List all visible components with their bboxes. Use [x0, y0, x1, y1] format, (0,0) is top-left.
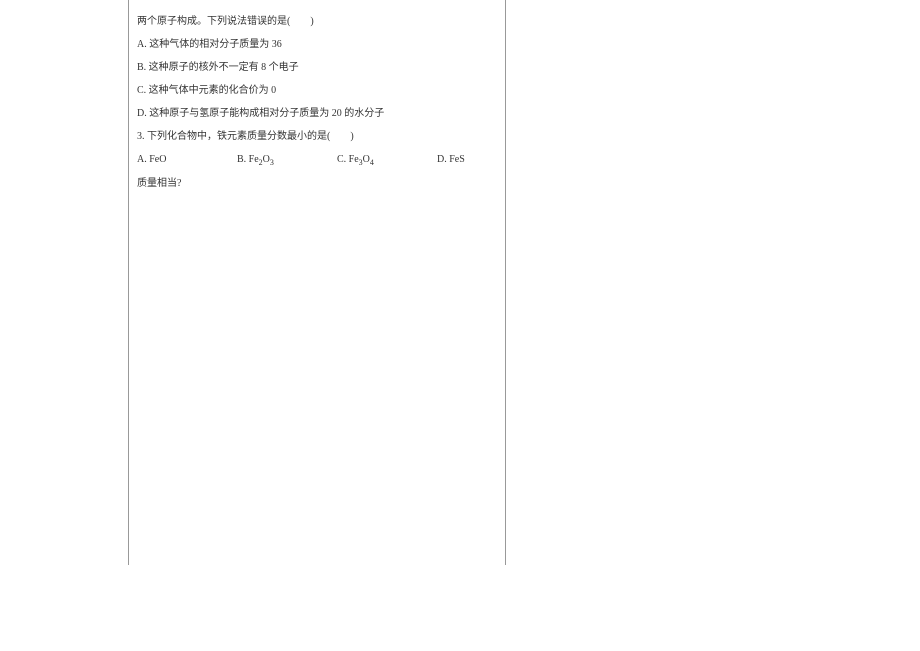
question-3-stem: 3. 下列化合物中，铁元素质量分数最小的是( ): [137, 125, 497, 148]
text-fragment: 质量相当?: [137, 172, 497, 195]
question-stem-continuation: 两个原子构成。下列说法错误的是( ): [137, 10, 497, 33]
left-column: 两个原子构成。下列说法错误的是( ) A. 这种气体的相对分子质量为 36 B.…: [128, 0, 505, 565]
q3-option-a: A. FeO: [137, 148, 237, 172]
option-d: D. 这种原子与氢原子能构成相对分子质量为 20 的水分子: [137, 102, 497, 125]
two-column-document: 两个原子构成。下列说法错误的是( ) A. 这种气体的相对分子质量为 36 B.…: [128, 0, 798, 565]
option-b: B. 这种原子的核外不一定有 8 个电子: [137, 56, 497, 79]
right-column: [505, 0, 840, 565]
q3-option-d: D. FeS: [437, 148, 497, 172]
option-c: C. 这种气体中元素的化合价为 0: [137, 79, 497, 102]
option-a: A. 这种气体的相对分子质量为 36: [137, 33, 497, 56]
q3-option-b: B. Fe2O3: [237, 148, 337, 172]
question-3-options: A. FeO B. Fe2O3 C. Fe3O4 D. FeS: [137, 148, 497, 172]
q3-option-c: C. Fe3O4: [337, 148, 437, 172]
